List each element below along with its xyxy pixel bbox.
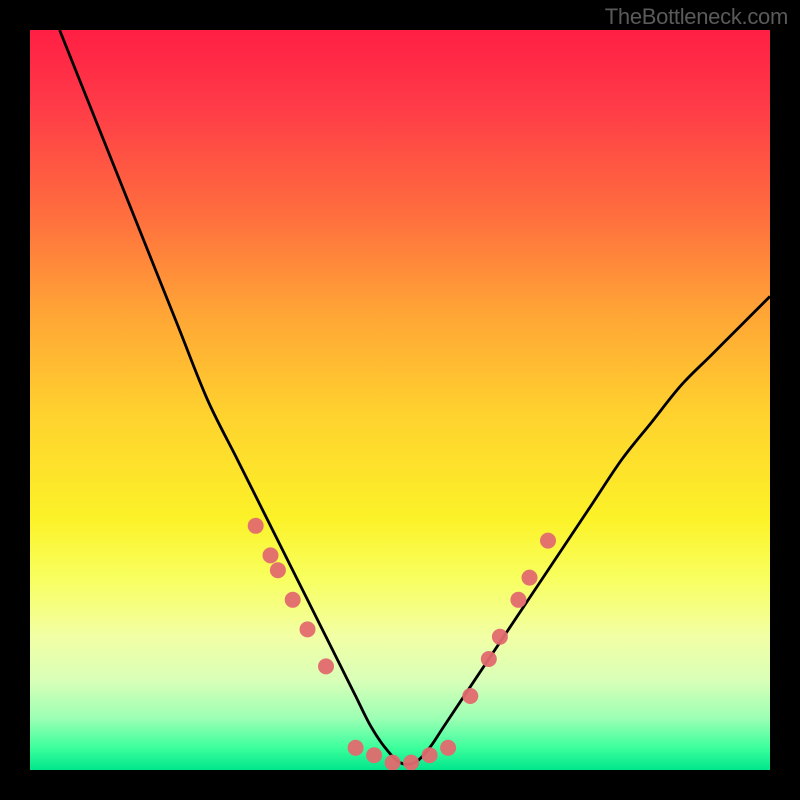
left-marker-6 — [318, 658, 334, 674]
left-marker-2 — [263, 547, 279, 563]
trough-1 — [348, 740, 364, 756]
left-marker-3 — [270, 562, 286, 578]
right-marker-3 — [492, 629, 508, 645]
chart-svg — [30, 30, 770, 770]
right-marker-2 — [481, 651, 497, 667]
trough-5 — [422, 747, 438, 763]
bottleneck-curve — [60, 30, 770, 764]
right-marker-6 — [540, 533, 556, 549]
right-marker-4 — [510, 592, 526, 608]
left-marker-4 — [285, 592, 301, 608]
plot-area — [30, 30, 770, 770]
marker-layer — [248, 518, 556, 770]
trough-4 — [403, 755, 419, 770]
right-marker-1 — [462, 688, 478, 704]
left-marker-1 — [248, 518, 264, 534]
watermark-label: TheBottleneck.com — [605, 4, 788, 30]
left-marker-5 — [300, 621, 316, 637]
right-marker-5 — [522, 570, 538, 586]
trough-2 — [366, 747, 382, 763]
trough-3 — [385, 755, 401, 770]
trough-6 — [440, 740, 456, 756]
